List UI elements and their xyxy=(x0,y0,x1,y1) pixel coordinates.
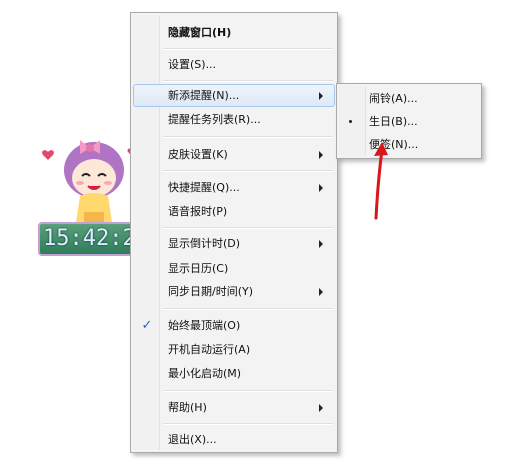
menu-item-always-on-top[interactable]: ✓ 始终最顶端(O) xyxy=(133,314,335,337)
submenu-arrow-icon xyxy=(319,240,323,248)
menu-separator xyxy=(163,227,333,229)
submenu-arrow-icon xyxy=(319,92,323,100)
menu-item-label: 帮助(H) xyxy=(168,401,207,414)
menu-item-voice-time[interactable]: 语音报时(P) xyxy=(133,200,335,223)
menu-item-label: 提醒任务列表(R)... xyxy=(168,113,261,126)
submenu-arrow-icon xyxy=(319,404,323,412)
menu-item-calendar[interactable]: 显示日历(C) xyxy=(133,257,335,280)
menu-item-label: 快捷提醒(Q)... xyxy=(168,181,240,194)
menu-separator xyxy=(163,423,333,425)
menu-item-exit[interactable]: 退出(X)... xyxy=(133,428,335,451)
menu-separator xyxy=(163,80,333,82)
menu-item-label: 生日(B)... xyxy=(369,115,418,128)
submenu-arrow-icon xyxy=(319,184,323,192)
menu-item-label: 最小化启动(M) xyxy=(168,367,242,380)
menu-item-label: 始终最顶端(O) xyxy=(168,319,241,332)
menu-item-countdown[interactable]: 显示倒计时(D) xyxy=(133,232,335,255)
menu-item-skin-settings[interactable]: 皮肤设置(K) xyxy=(133,143,335,166)
menu-item-sync-datetime[interactable]: 同步日期/时间(Y) xyxy=(133,280,335,303)
menu-item-hide-window[interactable]: 隐藏窗口(H) xyxy=(133,21,335,44)
submenu-item-birthday[interactable]: 生日(B)... xyxy=(339,110,479,133)
submenu-arrow-icon xyxy=(319,288,323,296)
menu-separator xyxy=(163,48,333,50)
menu-item-label: 显示倒计时(D) xyxy=(168,237,241,250)
menu-item-label: 便签(N)... xyxy=(369,138,419,151)
submenu-item-alarm[interactable]: 闹铃(A)... xyxy=(339,87,479,110)
menu-separator xyxy=(163,390,333,392)
menu-separator xyxy=(163,170,333,172)
menu-item-label: 显示日历(C) xyxy=(168,262,229,275)
menu-item-label: 设置(S)... xyxy=(168,58,217,71)
menu-item-settings[interactable]: 设置(S)... xyxy=(133,53,335,76)
menu-item-autostart[interactable]: 开机自动运行(A) xyxy=(133,338,335,361)
submenu-arrow-icon xyxy=(319,151,323,159)
menu-separator xyxy=(163,308,333,310)
menu-item-label: 退出(X)... xyxy=(168,433,217,446)
menu-item-reminder-list[interactable]: 提醒任务列表(R)... xyxy=(133,108,335,131)
context-menu: 隐藏窗口(H) 设置(S)... 新添提醒(N)... 提醒任务列表(R)...… xyxy=(130,12,338,453)
bullet-icon xyxy=(349,120,352,123)
menu-item-new-reminder[interactable]: 新添提醒(N)... xyxy=(133,84,335,107)
menu-item-label: 开机自动运行(A) xyxy=(168,343,251,356)
menu-item-quick-reminder[interactable]: 快捷提醒(Q)... xyxy=(133,176,335,199)
menu-item-label: 语音报时(P) xyxy=(168,205,228,218)
menu-item-minimize-start[interactable]: 最小化启动(M) xyxy=(133,362,335,385)
menu-item-help[interactable]: 帮助(H) xyxy=(133,396,335,419)
new-reminder-submenu: 闹铃(A)... 生日(B)... 便签(N)... xyxy=(336,83,482,159)
menu-item-label: 闹铃(A)... xyxy=(369,92,418,105)
menu-item-label: 皮肤设置(K) xyxy=(168,148,228,161)
menu-item-label: 新添提醒(N)... xyxy=(168,89,240,102)
menu-item-label: 隐藏窗口(H) xyxy=(168,26,232,39)
menu-item-label: 同步日期/时间(Y) xyxy=(168,285,254,298)
menu-separator xyxy=(163,136,333,138)
checkmark-icon: ✓ xyxy=(141,318,153,333)
submenu-item-note[interactable]: 便签(N)... xyxy=(339,133,479,156)
